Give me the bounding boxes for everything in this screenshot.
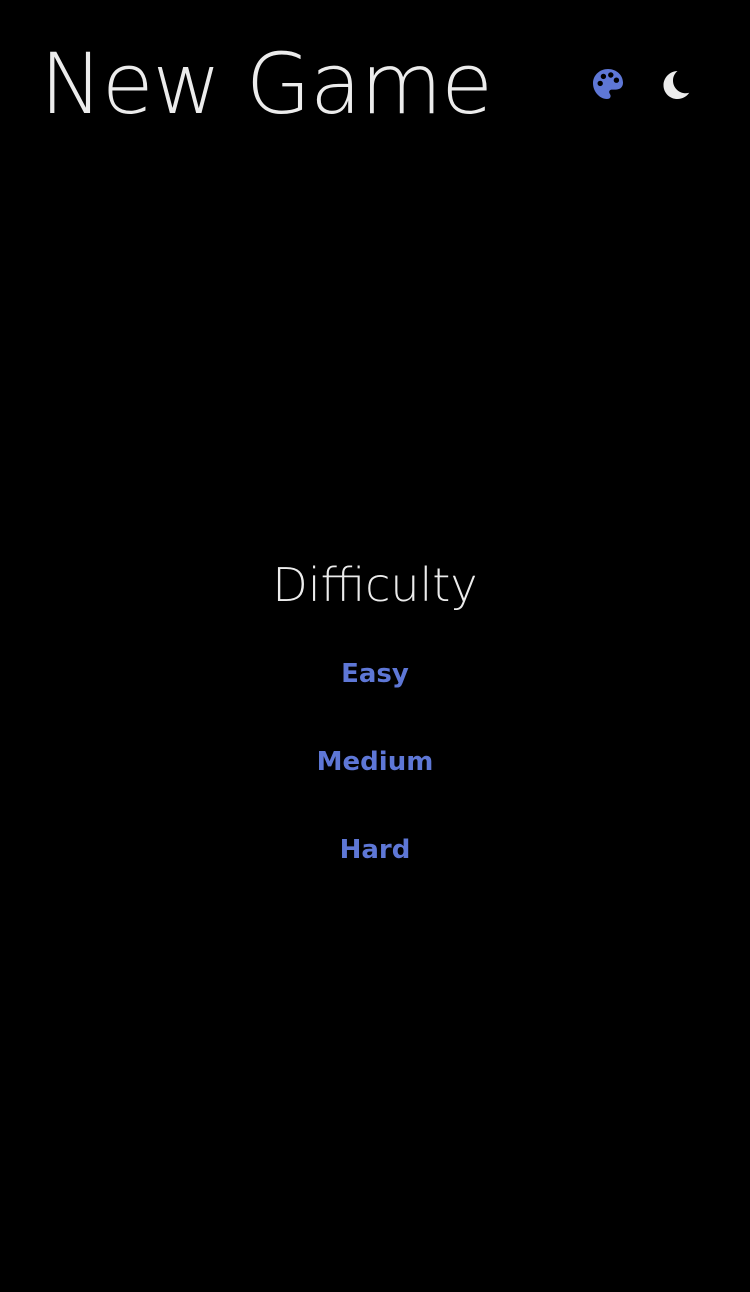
difficulty-section: Difficulty Easy Medium Hard xyxy=(0,550,750,894)
theme-toggle-button[interactable] xyxy=(656,64,696,104)
palette-icon xyxy=(591,67,625,101)
difficulty-hard-button[interactable]: Hard xyxy=(0,806,750,894)
page-title: New Game xyxy=(40,35,493,133)
difficulty-options: Easy Medium Hard xyxy=(0,630,750,894)
difficulty-easy-button[interactable]: Easy xyxy=(0,630,750,718)
moon-icon xyxy=(660,68,692,100)
difficulty-medium-button[interactable]: Medium xyxy=(0,718,750,806)
palette-button[interactable] xyxy=(588,64,628,104)
app-header: New Game xyxy=(0,0,750,170)
difficulty-heading: Difficulty xyxy=(272,558,478,612)
